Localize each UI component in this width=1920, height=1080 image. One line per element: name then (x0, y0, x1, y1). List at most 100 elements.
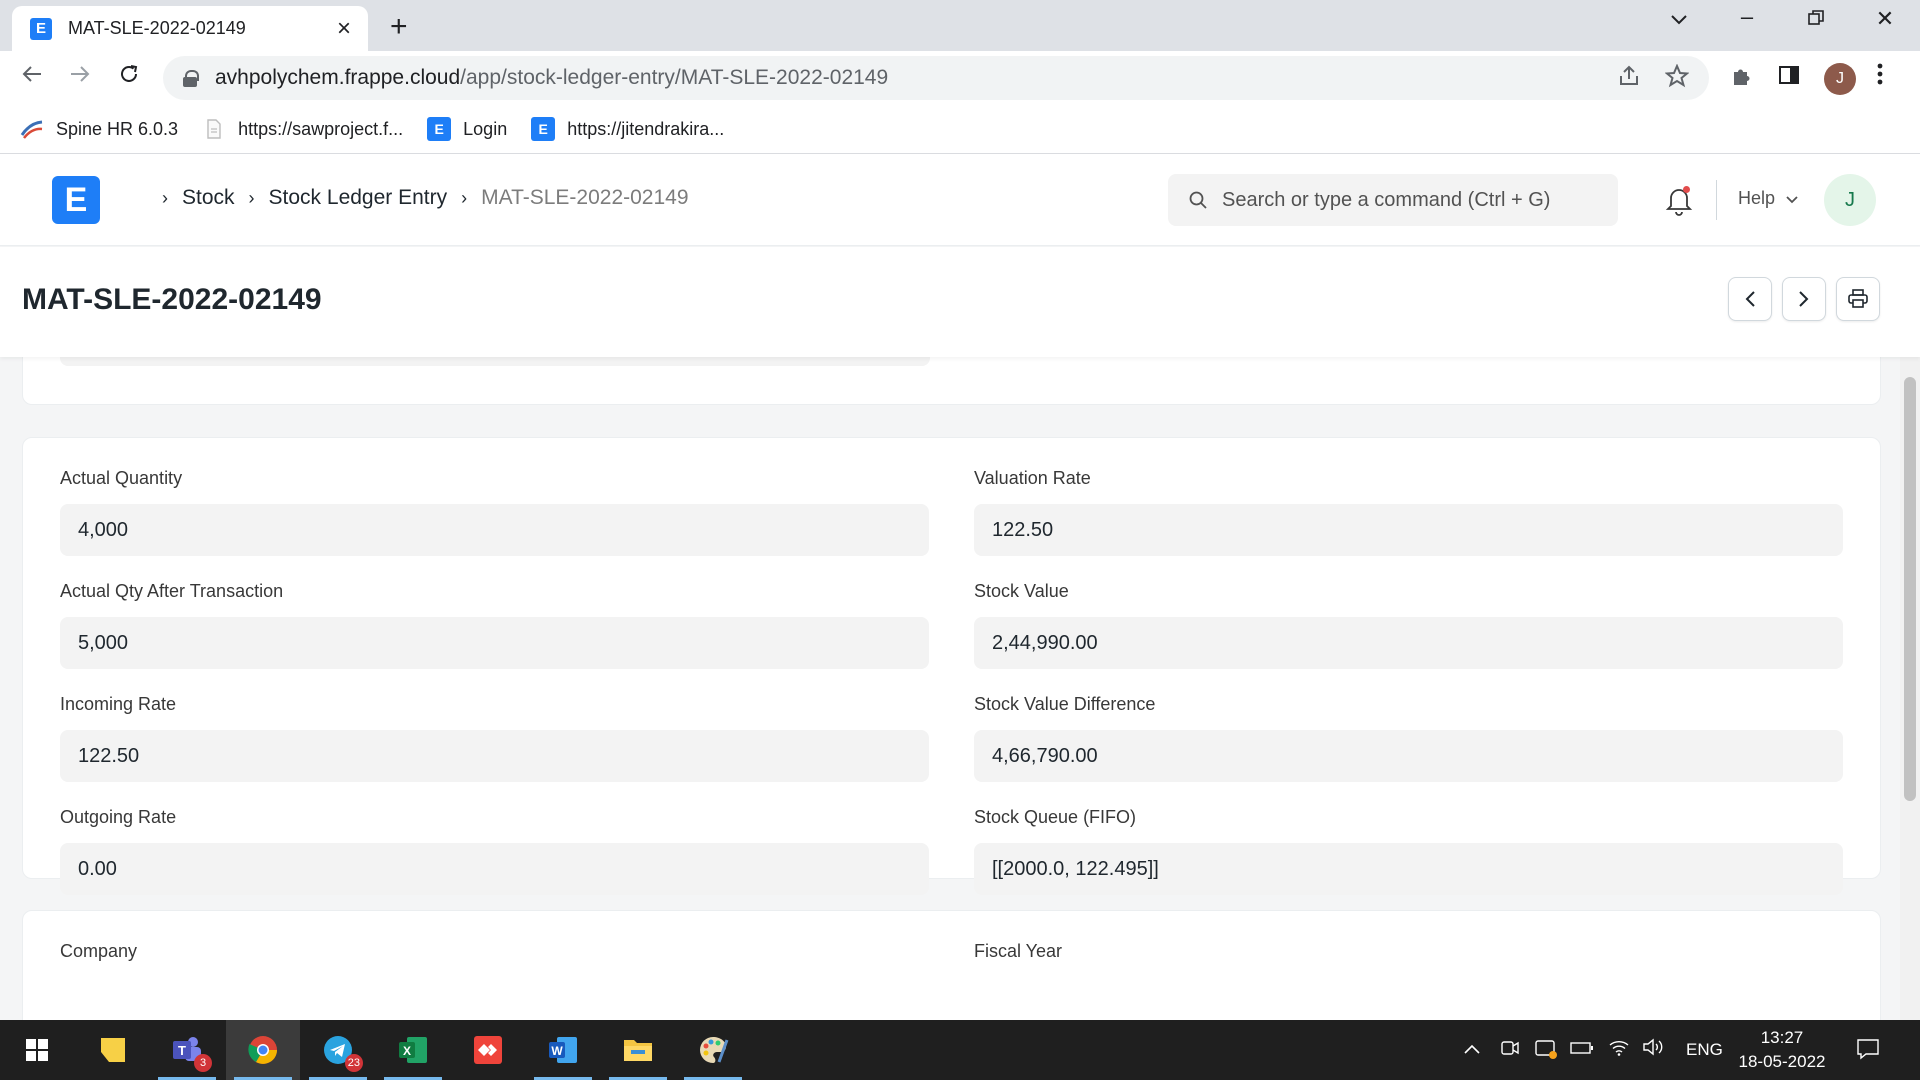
search-icon (1189, 191, 1207, 209)
field-stock-queue-fifo: Stock Queue (FIFO) [[2000.0, 122.495]] (974, 807, 1843, 895)
stock-value-difference-value[interactable]: 4,66,790.00 (974, 730, 1843, 782)
bookmark-spine-hr[interactable]: Spine HR 6.0.3 (20, 117, 178, 141)
taskbar-telegram[interactable]: 23 (301, 1020, 375, 1080)
field-outgoing-rate: Outgoing Rate 0.00 (60, 807, 929, 895)
folder-icon (624, 1040, 652, 1061)
browser-menu-icon[interactable] (1877, 62, 1883, 93)
paint-palette-icon (700, 1037, 729, 1063)
notifications-bell-icon[interactable] (1664, 184, 1694, 216)
form-body: Actual Quantity 4,000 Valuation Rate 122… (0, 357, 1900, 1020)
taskbar-file-explorer[interactable] (601, 1020, 675, 1080)
browser-profile-avatar[interactable]: J (1824, 63, 1856, 95)
tab-search-chevron-icon[interactable] (1659, 6, 1699, 32)
browser-tabstrip: E MAT-SLE-2022-02149 × + – ✕ (0, 0, 1920, 51)
back-icon[interactable] (14, 61, 50, 92)
bookmarks-bar: Spine HR 6.0.3 https://sawproject.f... E… (0, 105, 1920, 154)
window-close-icon[interactable]: ✕ (1865, 6, 1905, 32)
form-section-company: Company Fiscal Year (22, 910, 1881, 1020)
meet-now-icon[interactable] (1500, 1038, 1520, 1064)
tab-close-icon[interactable]: × (332, 15, 356, 43)
tray-overflow-chevron-up-icon[interactable] (1463, 1038, 1481, 1061)
svg-text:W: W (551, 1044, 563, 1058)
taskbar-paint[interactable] (676, 1020, 750, 1080)
browser-tab[interactable]: E MAT-SLE-2022-02149 × (12, 6, 368, 51)
browser-toolbar: avhpolychem.frappe.cloud/app/stock-ledge… (0, 51, 1920, 105)
excel-icon: X (399, 1037, 427, 1063)
incoming-rate-value[interactable]: 122.50 (60, 730, 929, 782)
field-actual-quantity: Actual Quantity 4,000 (60, 468, 929, 556)
share-icon[interactable] (1617, 64, 1641, 95)
taskbar-teams[interactable]: T 3 (150, 1020, 224, 1080)
address-bar[interactable]: avhpolychem.frappe.cloud/app/stock-ledge… (163, 56, 1709, 100)
notification-center-icon[interactable] (1856, 1038, 1880, 1066)
next-record-button[interactable] (1782, 277, 1826, 321)
breadcrumb-stock[interactable]: Stock (182, 186, 235, 210)
breadcrumb-current: MAT-SLE-2022-02149 (481, 186, 689, 209)
actual-qty-after-value[interactable]: 5,000 (60, 617, 929, 669)
field-valuation-rate: Valuation Rate 122.50 (974, 468, 1843, 556)
system-clock[interactable]: 13:27 18-05-2022 (1736, 1026, 1828, 1074)
breadcrumb-stock-ledger-entry[interactable]: Stock Ledger Entry (269, 186, 448, 210)
telegram-badge: 23 (344, 1054, 363, 1072)
sync-status-icon[interactable] (1534, 1038, 1558, 1066)
restore-icon[interactable] (1796, 6, 1836, 32)
url-text: avhpolychem.frappe.cloud/app/stock-ledge… (215, 66, 889, 89)
field-actual-qty-after-transaction: Actual Qty After Transaction 5,000 (60, 581, 929, 669)
form-section-quantities: Actual Quantity 4,000 Valuation Rate 122… (22, 437, 1881, 895)
field-incoming-rate: Incoming Rate 122.50 (60, 694, 929, 782)
document-icon (202, 117, 226, 141)
print-button[interactable] (1836, 277, 1880, 321)
windows-logo-icon (26, 1039, 48, 1061)
reload-icon[interactable] (111, 61, 147, 92)
awesomebar-search-input[interactable]: Search or type a command (Ctrl + G) (1168, 174, 1618, 226)
scrollbar-thumb[interactable] (1904, 377, 1916, 801)
erpnext-icon: E (427, 117, 452, 141)
side-panel-icon[interactable] (1778, 64, 1800, 93)
taskbar-word[interactable]: W (526, 1020, 600, 1080)
lock-icon (183, 70, 199, 87)
taskbar-chrome[interactable] (226, 1020, 300, 1080)
start-button[interactable] (0, 1020, 74, 1080)
previous-record-button[interactable] (1728, 277, 1772, 321)
valuation-rate-value[interactable]: 122.50 (974, 504, 1843, 556)
user-avatar[interactable]: J (1824, 174, 1876, 226)
svg-text:X: X (403, 1044, 411, 1058)
extensions-icon[interactable] (1730, 64, 1754, 95)
app-logo[interactable]: E (52, 176, 100, 224)
tab-title: MAT-SLE-2022-02149 (68, 18, 246, 38)
wifi-icon[interactable] (1608, 1038, 1630, 1062)
chevron-right-icon: › (248, 187, 255, 208)
chevron-right-icon: › (162, 187, 168, 208)
bookmark-star-icon[interactable] (1664, 63, 1690, 95)
language-indicator[interactable]: ENG (1686, 1040, 1723, 1060)
app-navbar: E › Stock › Stock Ledger Entry › MAT-SLE… (0, 154, 1920, 246)
windows-taskbar: T 3 23 X W ENG 13:27 18-05-2022 (0, 1020, 1920, 1080)
help-dropdown[interactable]: Help (1738, 188, 1798, 209)
notification-dot (1683, 186, 1690, 193)
page-scrollbar[interactable] (1900, 357, 1920, 1020)
volume-icon[interactable] (1642, 1038, 1664, 1062)
minimize-icon[interactable]: – (1727, 4, 1767, 30)
battery-icon[interactable] (1570, 1038, 1594, 1061)
chevron-down-icon (1786, 196, 1798, 204)
outgoing-rate-value[interactable]: 0.00 (60, 843, 929, 895)
taskbar-anydesk[interactable] (451, 1020, 525, 1080)
actual-quantity-value[interactable]: 4,000 (60, 504, 929, 556)
taskbar-sticky-notes[interactable] (76, 1020, 150, 1080)
form-section-card (22, 357, 1881, 405)
anydesk-icon (474, 1036, 502, 1064)
stock-queue-value[interactable]: [[2000.0, 122.495]] (974, 843, 1843, 895)
form-field-partial (60, 357, 930, 366)
field-stock-value: Stock Value 2,44,990.00 (974, 581, 1843, 669)
erpnext-icon: E (531, 117, 556, 141)
taskbar-excel[interactable]: X (376, 1020, 450, 1080)
forward-icon[interactable] (62, 61, 98, 92)
new-tab-icon[interactable]: + (390, 10, 408, 44)
bookmark-sawproject[interactable]: https://sawproject.f... (202, 117, 403, 141)
bookmark-jitendrakira[interactable]: E https://jitendrakira... (531, 117, 724, 141)
bookmark-login[interactable]: E Login (427, 117, 507, 141)
sticky-notes-icon (101, 1038, 125, 1062)
field-stock-value-difference: Stock Value Difference 4,66,790.00 (974, 694, 1843, 782)
stock-value-value[interactable]: 2,44,990.00 (974, 617, 1843, 669)
search-placeholder: Search or type a command (Ctrl + G) (1222, 188, 1551, 211)
